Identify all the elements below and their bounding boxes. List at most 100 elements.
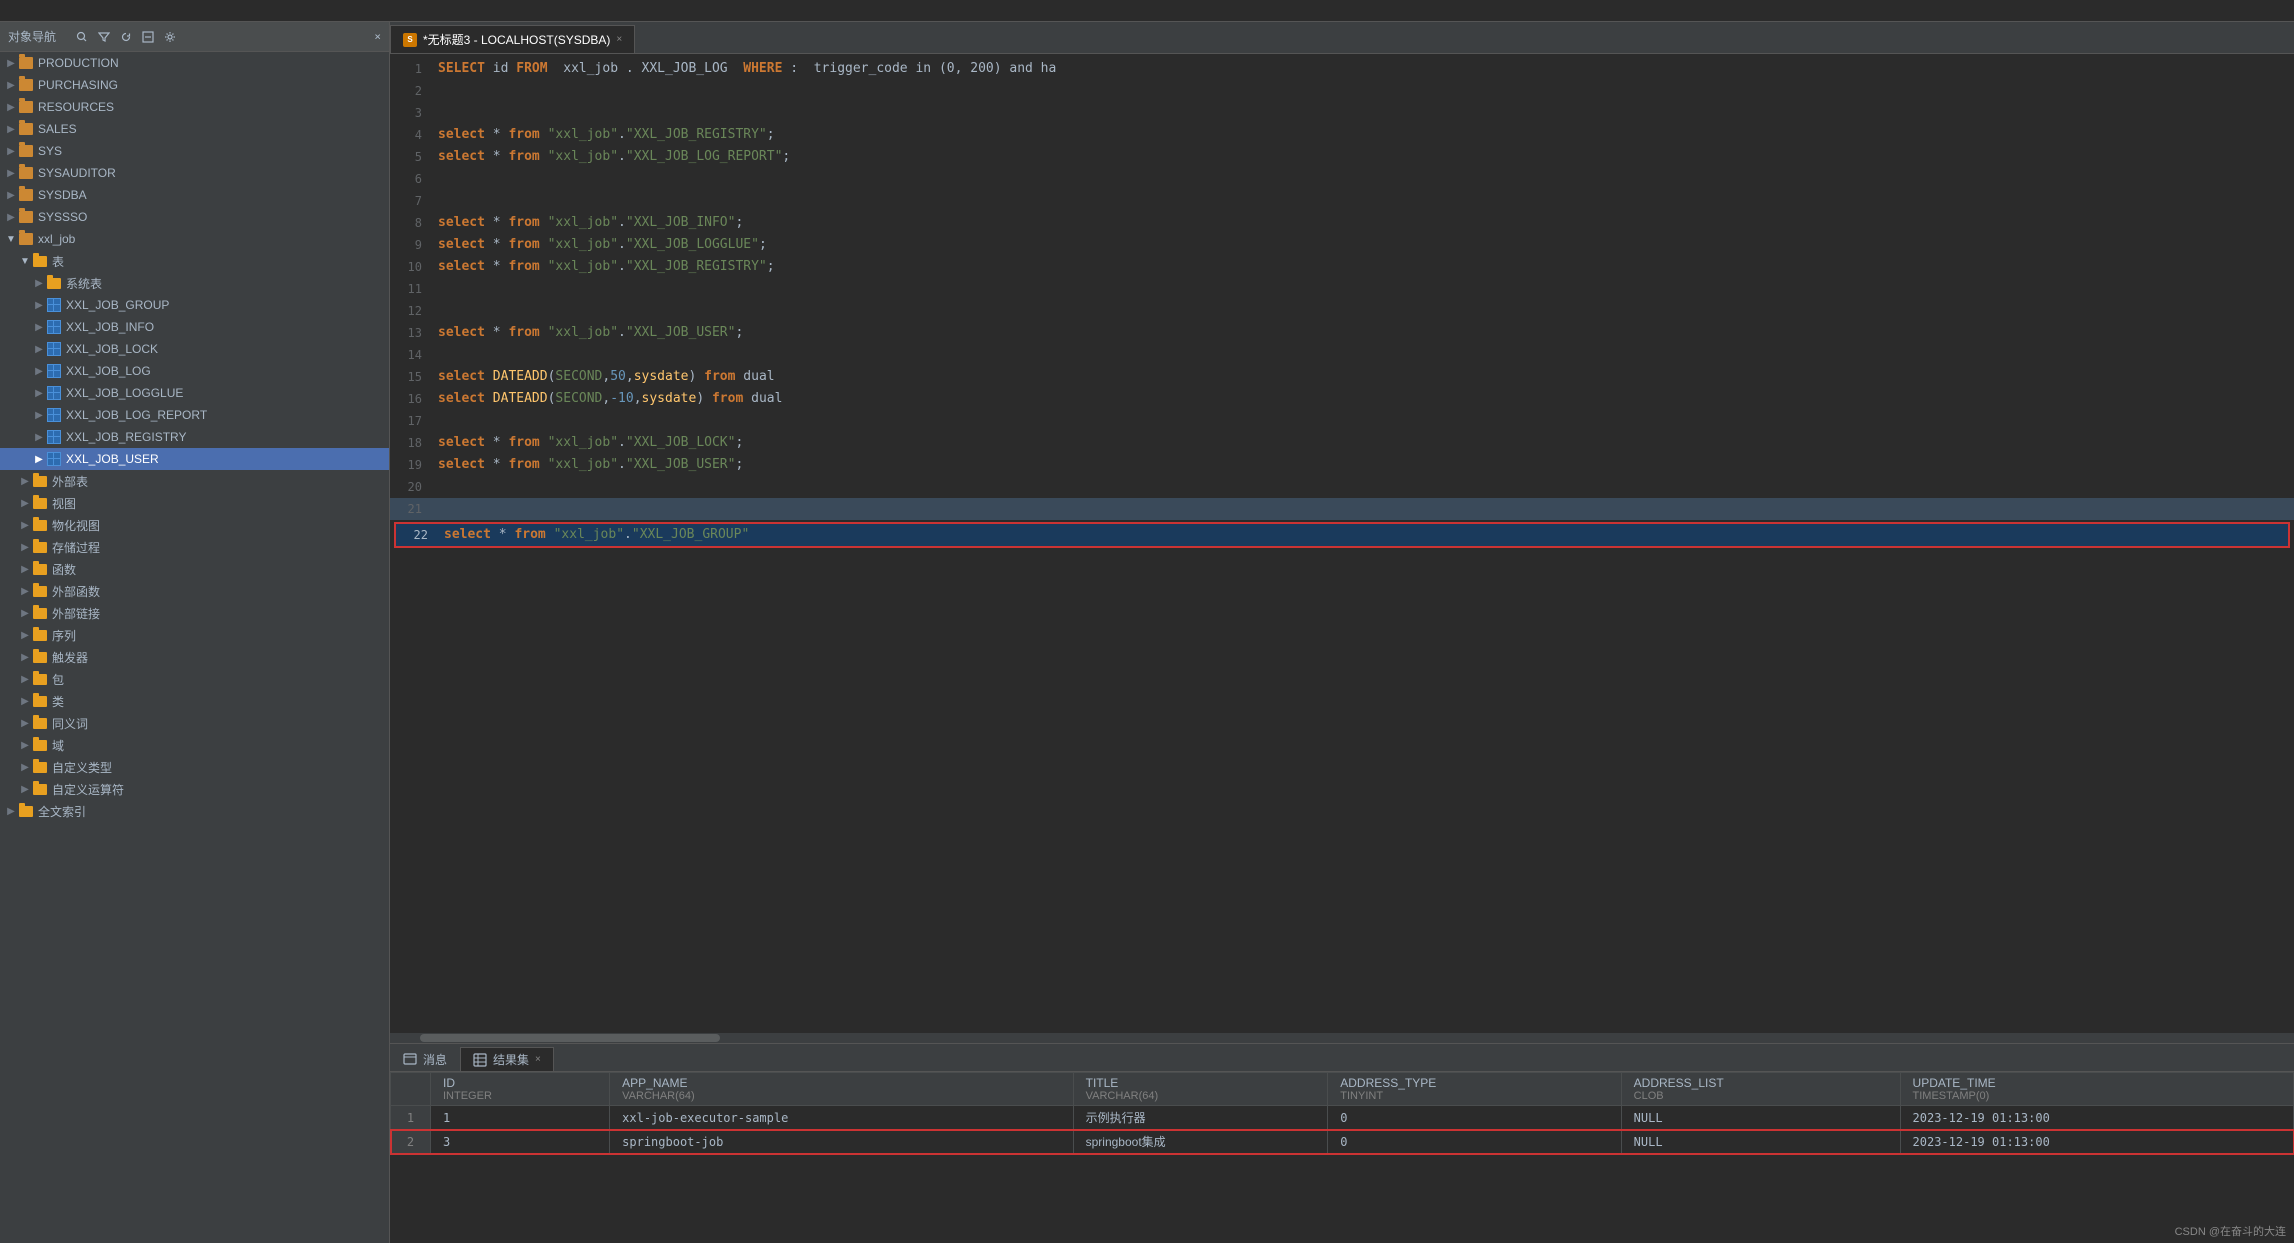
sidebar-item-xxl-job[interactable]: ▼ xxl_job <box>0 228 389 250</box>
line-content: select * from "xxl_job"."XXL_JOB_REGISTR… <box>430 256 775 278</box>
sidebar-item-production[interactable]: ▶ PRODUCTION <box>0 52 389 74</box>
db-icon <box>18 99 34 115</box>
sidebar-item-zidingyi[interactable]: ▶ 自定义类型 <box>0 756 389 778</box>
db-icon <box>18 121 34 137</box>
sidebar-header: 对象导航 × <box>0 22 389 52</box>
sidebar-item-sysauditor[interactable]: ▶ SYSAUDITOR <box>0 162 389 184</box>
folder-icon <box>18 803 34 819</box>
sidebar-item-label: 外部函数 <box>52 583 389 600</box>
line-number: 16 <box>390 388 430 410</box>
sidebar-item-waibulianji[interactable]: ▶ 外部链接 <box>0 602 389 624</box>
results-tab[interactable]: 结果集 × <box>460 1047 554 1071</box>
sidebar-item-wuhuashitu[interactable]: ▶ 物化视图 <box>0 514 389 536</box>
collapse-tool-btn[interactable] <box>138 27 158 47</box>
filter-tool-btn[interactable] <box>94 27 114 47</box>
sidebar-item-xulie[interactable]: ▶ 序列 <box>0 624 389 646</box>
sidebar-item-resources[interactable]: ▶ RESOURCES <box>0 96 389 118</box>
line-number: 22 <box>396 524 436 546</box>
bottom-tabs: 消息 结果集 × <box>390 1044 2294 1072</box>
sidebar-item-zidingyi2[interactable]: ▶ 自定义运算符 <box>0 778 389 800</box>
sidebar-item-xxl-job-log[interactable]: ▶ XXL_JOB_LOG <box>0 360 389 382</box>
sidebar-item-label: 类 <box>52 693 389 710</box>
sidebar-item-waibuhanshu[interactable]: ▶ 外部函数 <box>0 580 389 602</box>
sidebar-item-xxl-job-lock[interactable]: ▶ XXL_JOB_LOCK <box>0 338 389 360</box>
tree-arrow: ▶ <box>18 784 32 795</box>
folder-icon <box>32 539 48 555</box>
sidebar-item-yu[interactable]: ▶ 域 <box>0 734 389 756</box>
sidebar-item-label: XXL_JOB_LOGGLUE <box>66 386 389 400</box>
editor-scrollbar-thumb[interactable] <box>420 1034 720 1042</box>
code-line-19: 19 select * from "xxl_job"."XXL_JOB_USER… <box>390 454 2294 476</box>
tree-arrow: ▶ <box>18 740 32 751</box>
results-area[interactable]: ID INTEGER APP_NAME VARCHAR(64) TITLE VA… <box>390 1072 2294 1243</box>
db-icon <box>18 209 34 225</box>
line-content: select * from "xxl_job"."XXL_JOB_LOG_REP… <box>430 146 790 168</box>
col-name: ID <box>443 1076 597 1090</box>
editor-tab[interactable]: S *无标题3 - LOCALHOST(SYSDBA) × <box>390 25 635 53</box>
sidebar-item-sys[interactable]: ▶ SYS <box>0 140 389 162</box>
col-title-header: TITLE VARCHAR(64) <box>1073 1073 1328 1106</box>
sidebar-item-tongyi[interactable]: ▶ 同义词 <box>0 712 389 734</box>
sidebar-item-chufaqi[interactable]: ▶ 触发器 <box>0 646 389 668</box>
sidebar-item-label: xxl_job <box>38 232 389 246</box>
folder-icon <box>32 253 48 269</box>
editor-scrollbar[interactable] <box>390 1033 2294 1043</box>
sidebar-item-xitongbiao[interactable]: ▶ 系统表 <box>0 272 389 294</box>
sidebar-item-xxl-job-user[interactable]: ▶ XXL_JOB_USER <box>0 448 389 470</box>
table-icon <box>46 451 62 467</box>
sidebar-item-lei[interactable]: ▶ 类 <box>0 690 389 712</box>
tree-arrow: ▶ <box>18 630 32 641</box>
line-number: 13 <box>390 322 430 344</box>
sidebar-close-btn[interactable]: × <box>374 30 381 43</box>
tree-arrow: ▶ <box>4 102 18 113</box>
folder-icon <box>32 781 48 797</box>
table-row[interactable]: 2 3 springboot-job springboot集成 0 NULL 2… <box>391 1130 2294 1154</box>
sidebar-item-shitu[interactable]: ▶ 视图 <box>0 492 389 514</box>
sidebar-item-xxl-job-logglue[interactable]: ▶ XXL_JOB_LOGGLUE <box>0 382 389 404</box>
results-tab-close[interactable]: × <box>535 1054 541 1065</box>
sidebar-item-label: 序列 <box>52 627 389 644</box>
line-number: 7 <box>390 190 430 212</box>
code-line-22: 22 select * from "xxl_job"."XXL_JOB_GROU… <box>394 522 2290 548</box>
line-number: 10 <box>390 256 430 278</box>
sidebar-item-waibubiao[interactable]: ▶ 外部表 <box>0 470 389 492</box>
table-row[interactable]: 1 1 xxl-job-executor-sample 示例执行器 0 NULL… <box>391 1106 2294 1130</box>
sidebar-item-xxl-job-info[interactable]: ▶ XXL_JOB_INFO <box>0 316 389 338</box>
sidebar-item-bao[interactable]: ▶ 包 <box>0 668 389 690</box>
sidebar-item-sales[interactable]: ▶ SALES <box>0 118 389 140</box>
sidebar-item-biao[interactable]: ▼ 表 <box>0 250 389 272</box>
sidebar-item-syssso[interactable]: ▶ SYSSSO <box>0 206 389 228</box>
sidebar-item-xxl-job-registry[interactable]: ▶ XXL_JOB_REGISTRY <box>0 426 389 448</box>
tree-arrow: ▶ <box>32 454 46 465</box>
code-line-3: 3 <box>390 102 2294 124</box>
sidebar-item-label: 物化视图 <box>52 517 389 534</box>
table-icon <box>46 407 62 423</box>
line-number: 4 <box>390 124 430 146</box>
sidebar-item-quanwensuo[interactable]: ▶ 全文索引 <box>0 800 389 822</box>
cell-title: springboot集成 <box>1073 1130 1328 1154</box>
line-content: select * from "xxl_job"."XXL_JOB_USER"; <box>430 322 743 344</box>
sidebar-item-hanshu[interactable]: ▶ 函数 <box>0 558 389 580</box>
config-tool-btn[interactable] <box>160 27 180 47</box>
sidebar-item-purchasing[interactable]: ▶ PURCHASING <box>0 74 389 96</box>
sidebar-item-xxl-job-group[interactable]: ▶ XXL_JOB_GROUP <box>0 294 389 316</box>
code-line-11: 11 <box>390 278 2294 300</box>
sidebar-item-sysdba[interactable]: ▶ SYSDBA <box>0 184 389 206</box>
tree-arrow: ▶ <box>4 168 18 179</box>
message-tab[interactable]: 消息 <box>390 1047 460 1071</box>
table-icon <box>46 363 62 379</box>
sidebar-item-xxl-job-log-report[interactable]: ▶ XXL_JOB_LOG_REPORT <box>0 404 389 426</box>
sidebar-item-cunchuguo[interactable]: ▶ 存储过程 <box>0 536 389 558</box>
col-type: TINYINT <box>1340 1090 1608 1102</box>
tab-close-btn[interactable]: × <box>616 34 622 45</box>
code-editor[interactable]: 1 SELECT id FROM xxl_job . XXL_JOB_LOG W… <box>390 54 2294 1033</box>
magnify-tool-btn[interactable] <box>72 27 92 47</box>
refresh-tool-btn[interactable] <box>116 27 136 47</box>
tree-arrow: ▶ <box>4 806 18 817</box>
code-line-13: 13 select * from "xxl_job"."XXL_JOB_USER… <box>390 322 2294 344</box>
db-icon <box>18 55 34 71</box>
tree-arrow: ▶ <box>32 322 46 333</box>
row-number: 2 <box>391 1130 431 1154</box>
sidebar-item-label: RESOURCES <box>38 100 389 114</box>
results-tab-label: 结果集 <box>493 1051 529 1068</box>
